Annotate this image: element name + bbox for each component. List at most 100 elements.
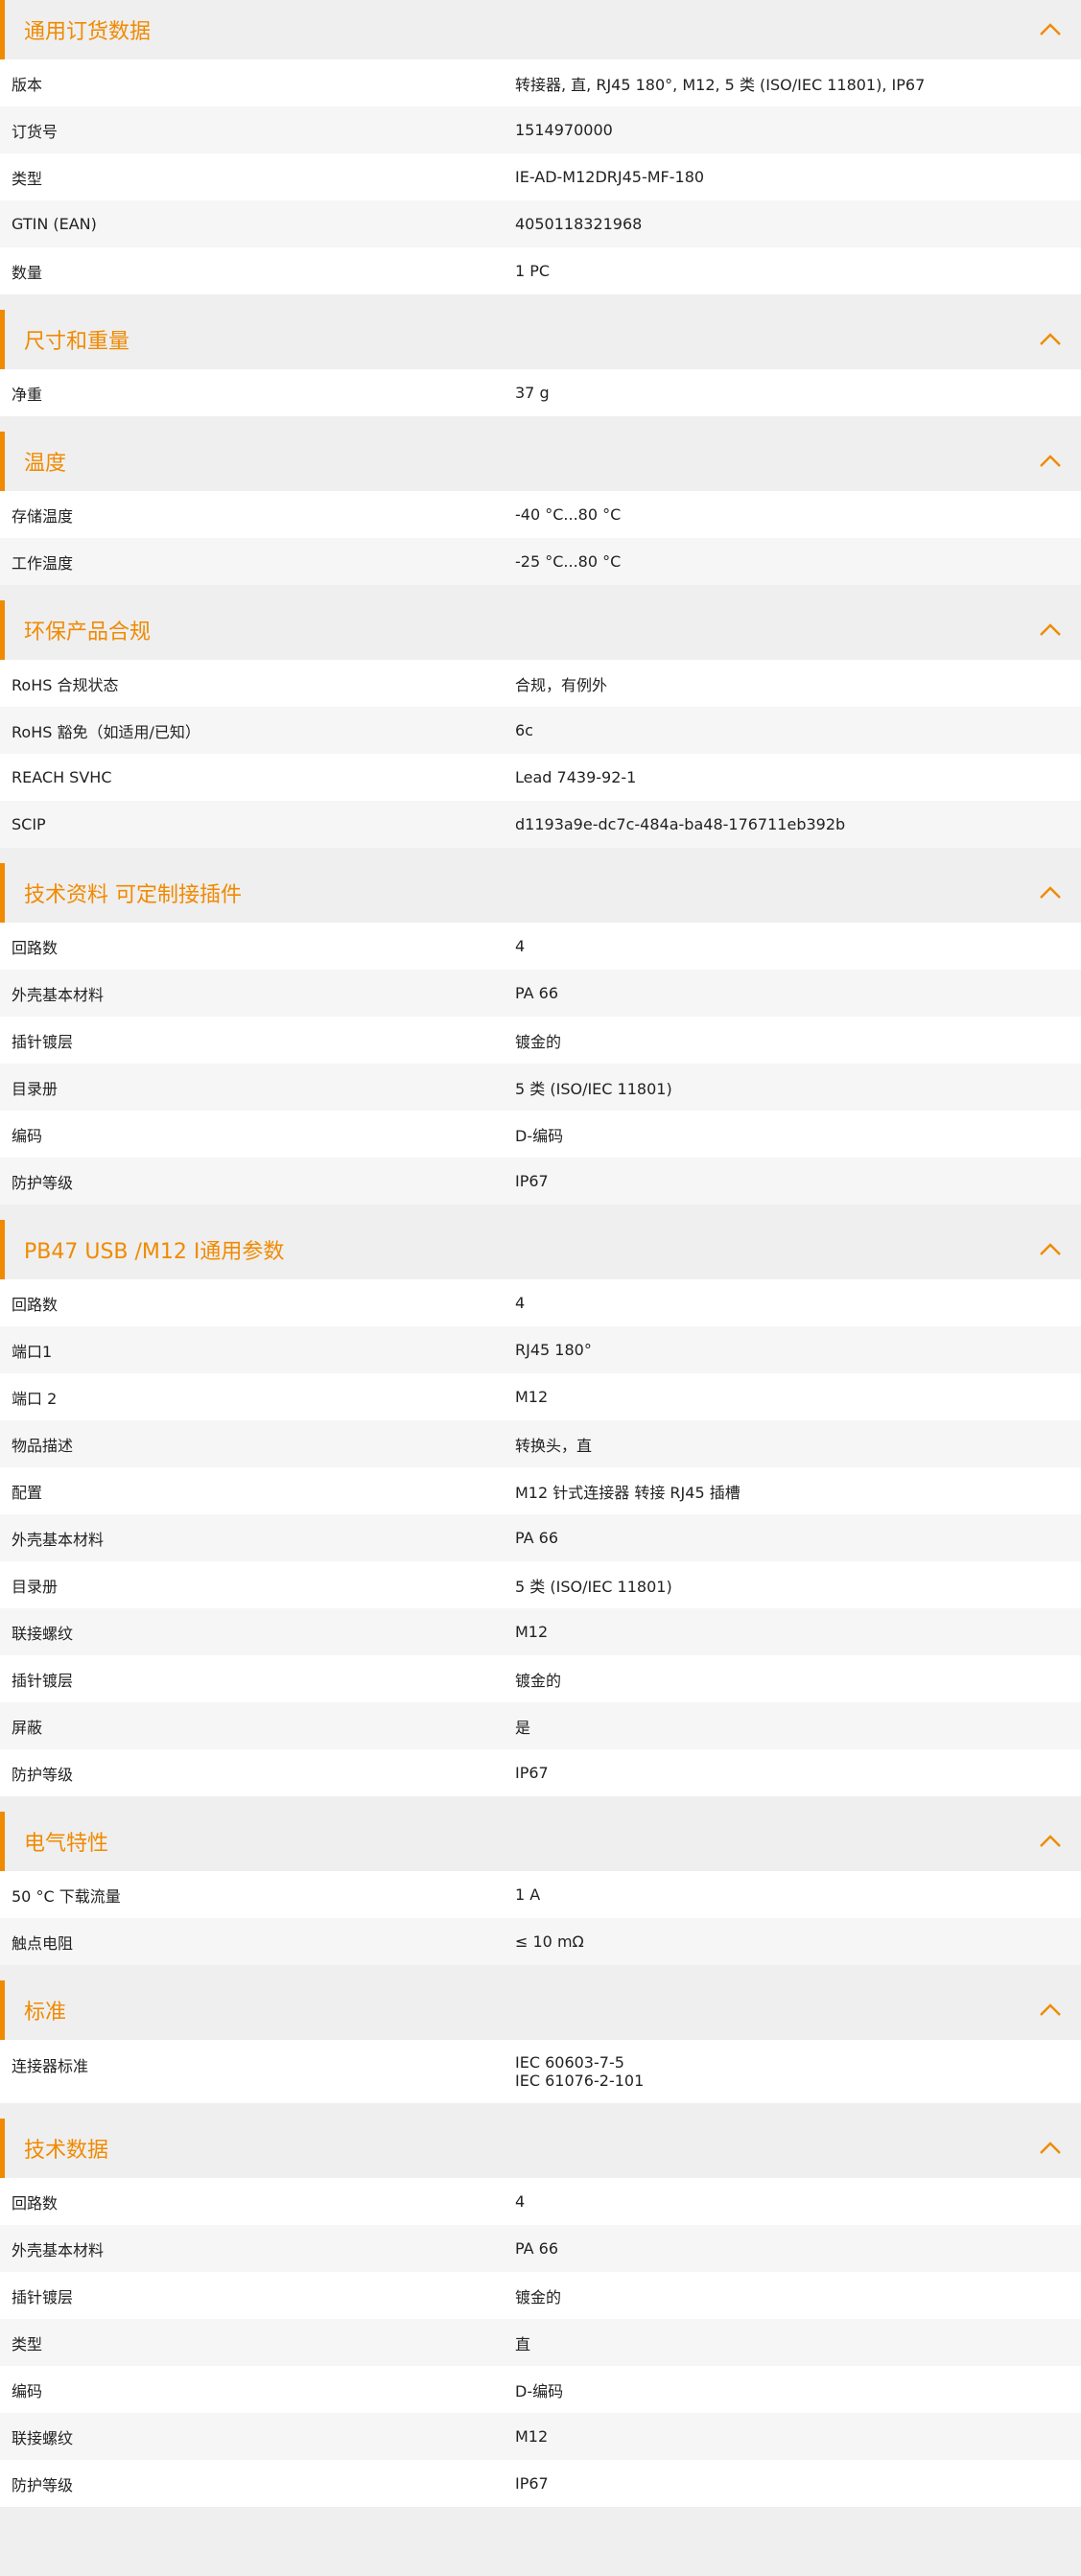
- spec-label: 端口 2: [12, 1389, 58, 1408]
- chevron-up-icon[interactable]: [1037, 326, 1064, 353]
- spec-value: 镀金的: [515, 2287, 562, 2307]
- spec-accordion: 通用订货数据 版本 转接器, 直, RJ45 180°, M12, 5 类 (ISO…: [0, 0, 1081, 2507]
- spec-label: 屏蔽: [12, 1718, 43, 1737]
- spec-row: 外壳基本材料 PA 66: [0, 1514, 1081, 1561]
- spec-label: 目录册: [12, 1079, 59, 1098]
- section-title: 尺寸和重量: [24, 330, 130, 354]
- spec-section: 通用订货数据 版本 转接器, 直, RJ45 180°, M12, 5 类 (ISO…: [0, 0, 1081, 294]
- section-body: 回路数 4 外壳基本材料 PA 66 插针镀层 镀金的 目录册 5 类 (ISO/IEC 11…: [0, 923, 1081, 1205]
- spec-value: 直: [515, 2334, 531, 2354]
- spec-label: 数量: [12, 263, 43, 282]
- spec-value: 4: [515, 937, 526, 955]
- spec-value: 4: [515, 1294, 526, 1312]
- spec-row: 防护等级 IP67: [0, 1158, 1081, 1205]
- section-body: 50 °C 下载流量 1 A 触点电阻 ≤ 10 mΩ: [0, 1871, 1081, 1965]
- spec-value: IP67: [515, 2474, 549, 2493]
- section-title: 环保产品合规: [24, 621, 152, 644]
- spec-value: PA 66: [515, 984, 559, 1002]
- spec-row: REACH SVHC Lead 7439-92-1: [0, 754, 1081, 801]
- section-header[interactable]: 电气特性: [0, 1812, 1081, 1871]
- chevron-up-icon[interactable]: [1037, 879, 1064, 906]
- spec-row: SCIP d1193a9e-dc7c-484a-ba48-176711eb392b: [0, 801, 1081, 848]
- spec-value: 1 A: [515, 1885, 541, 1904]
- section-body: 版本 转接器, 直, RJ45 180°, M12, 5 类 (ISO/IEC 1…: [0, 59, 1081, 294]
- chevron-up-icon[interactable]: [1037, 617, 1064, 644]
- spec-label: 外壳基本材料: [12, 2240, 105, 2260]
- spec-label: 插针镀层: [12, 1032, 74, 1051]
- section-title: 技术数据: [24, 2139, 109, 2163]
- spec-value: 5 类 (ISO/IEC 11801): [515, 1079, 672, 1098]
- spec-value: IP67: [515, 1172, 549, 1190]
- spec-value: M12 针式连接器 转接 RJ45 插槽: [515, 1483, 740, 1502]
- spec-value: -25 °C...80 °C: [515, 552, 622, 571]
- spec-label: 净重: [12, 385, 43, 404]
- spec-value: M12: [515, 2427, 549, 2446]
- spec-value: M12: [515, 1388, 549, 1406]
- spec-row: 订货号 1514970000: [0, 106, 1081, 153]
- spec-row: 联接螺纹 M12: [0, 2413, 1081, 2460]
- spec-row: 编码 D-编码: [0, 1111, 1081, 1158]
- spec-value: IEC 60603-7-5 IEC 61076-2-101: [515, 2053, 1081, 2090]
- spec-value: -40 °C...80 °C: [515, 505, 622, 524]
- spec-value: 1 PC: [515, 262, 551, 280]
- section-body: 回路数 4 端口1 RJ45 180° 端口 2 M12 物品描述 转换头，直 配置 M12 针式…: [0, 1279, 1081, 1796]
- spec-value: RJ45 180°: [515, 1341, 592, 1359]
- spec-value: 37 g: [515, 384, 550, 402]
- chevron-up-icon[interactable]: [1037, 1828, 1064, 1855]
- spec-label: 回路数: [12, 2193, 59, 2213]
- spec-section: 标准 连接器标准 IEC 60603-7-5 IEC 61076-2-101: [0, 1980, 1081, 2103]
- spec-row: 50 °C 下载流量 1 A: [0, 1871, 1081, 1918]
- spec-value: 4: [515, 2192, 526, 2211]
- section-header[interactable]: 环保产品合规: [0, 600, 1081, 660]
- spec-row: 数量 1 PC: [0, 247, 1081, 294]
- spec-label: 插针镀层: [12, 1671, 74, 1690]
- spec-section: 环保产品合规 RoHS 合规状态 合规，有例外 RoHS 豁免（如适用/已知） 6c RE…: [0, 600, 1081, 848]
- chevron-up-icon[interactable]: [1037, 2135, 1064, 2162]
- section-header[interactable]: 技术数据: [0, 2119, 1081, 2178]
- spec-label: 订货号: [12, 122, 59, 141]
- spec-value: M12: [515, 1623, 549, 1641]
- spec-value: IE-AD-M12DRJ45-MF-180: [515, 168, 705, 186]
- spec-row: 触点电阻 ≤ 10 mΩ: [0, 1918, 1081, 1965]
- spec-label: 编码: [12, 2381, 43, 2400]
- spec-value: ≤ 10 mΩ: [515, 1932, 584, 1951]
- spec-row: 外壳基本材料 PA 66: [0, 2225, 1081, 2272]
- chevron-up-icon[interactable]: [1037, 448, 1064, 475]
- section-header[interactable]: 通用订货数据: [0, 0, 1081, 59]
- spec-row: 外壳基本材料 PA 66: [0, 970, 1081, 1017]
- spec-label: 物品描述: [12, 1436, 74, 1455]
- spec-row: RoHS 豁免（如适用/已知） 6c: [0, 707, 1081, 754]
- section-title: 技术资料 可定制接插件: [24, 883, 242, 907]
- chevron-up-icon[interactable]: [1037, 16, 1064, 43]
- section-header[interactable]: 标准: [0, 1980, 1081, 2040]
- spec-value: 镀金的: [515, 1032, 562, 1051]
- spec-label: 防护等级: [12, 2475, 74, 2494]
- spec-value: PA 66: [515, 1529, 559, 1547]
- spec-label: 防护等级: [12, 1173, 74, 1192]
- spec-label: RoHS 豁免（如适用/已知）: [12, 722, 200, 741]
- spec-value: d1193a9e-dc7c-484a-ba48-176711eb392b: [515, 815, 846, 833]
- chevron-up-icon[interactable]: [1037, 1997, 1064, 2024]
- section-header[interactable]: 技术资料 可定制接插件: [0, 863, 1081, 923]
- spec-label: 触点电阻: [12, 1933, 74, 1953]
- spec-value: 4050118321968: [515, 215, 643, 233]
- chevron-up-icon[interactable]: [1037, 1236, 1064, 1263]
- section-title: 标准: [24, 2001, 67, 2025]
- spec-row: GTIN (EAN) 4050118321968: [0, 200, 1081, 247]
- spec-label: 类型: [12, 2334, 43, 2354]
- spec-row: 编码 D-编码: [0, 2366, 1081, 2413]
- spec-value: Lead 7439-92-1: [515, 768, 637, 786]
- spec-label: GTIN (EAN): [12, 215, 97, 233]
- spec-row: 插针镀层 镀金的: [0, 1655, 1081, 1702]
- section-header[interactable]: PB47 USB /M12 I通用参数: [0, 1220, 1081, 1279]
- spec-label: 防护等级: [12, 1765, 74, 1784]
- spec-label: RoHS 合规状态: [12, 675, 119, 694]
- section-header[interactable]: 尺寸和重量: [0, 310, 1081, 369]
- spec-label: 存储温度: [12, 506, 74, 526]
- spec-label: 外壳基本材料: [12, 1530, 105, 1549]
- spec-value: D-编码: [515, 2381, 564, 2400]
- section-body: RoHS 合规状态 合规，有例外 RoHS 豁免（如适用/已知） 6c REACH SV…: [0, 660, 1081, 848]
- section-header[interactable]: 温度: [0, 432, 1081, 491]
- spec-label: 联接螺纹: [12, 1624, 74, 1643]
- spec-value-line: IEC 61076-2-101: [515, 2072, 645, 2090]
